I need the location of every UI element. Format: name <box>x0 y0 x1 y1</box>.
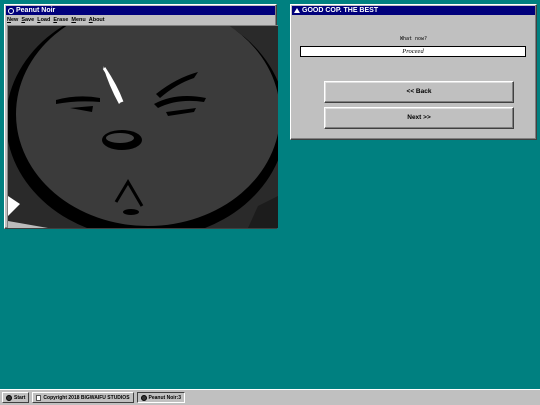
app-task-icon <box>140 394 147 401</box>
peanut-noir-task[interactable]: Peanut Noir:3 <box>136 392 186 403</box>
back-button[interactable]: << Back <box>324 81 514 103</box>
menu-item-load[interactable]: Load <box>37 16 50 24</box>
taskbar: Start Copyright 2018 BIGWAIFU STUDIOS Pe… <box>0 389 540 405</box>
copyright-label: Copyright 2018 BIGWAIFU STUDIOS <box>43 394 130 401</box>
start-icon <box>6 394 12 401</box>
menu-item-menu[interactable]: Menu <box>71 16 85 24</box>
dialog-window: GOOD COP. THE BEST What now? Proceed << … <box>290 4 537 140</box>
copyright-task[interactable]: Copyright 2018 BIGWAIFU STUDIOS <box>32 392 134 403</box>
menu-item-about[interactable]: About <box>89 16 105 24</box>
character-face-illustration <box>8 26 278 228</box>
game-window-title: Peanut Noir <box>16 7 56 14</box>
game-window-titlebar[interactable]: Peanut Noir <box>6 6 275 15</box>
game-menubar: New Save Load Erase Menu About <box>5 15 276 24</box>
app-icon <box>8 7 14 14</box>
next-button[interactable]: Next >> <box>324 107 514 129</box>
menu-item-save[interactable]: Save <box>21 16 34 24</box>
warning-icon <box>294 8 300 13</box>
dialog-title: GOOD COP. THE BEST <box>302 7 379 14</box>
dialog-titlebar[interactable]: GOOD COP. THE BEST <box>292 6 535 15</box>
game-window: Peanut Noir New Save Load Erase Menu Abo… <box>4 4 278 229</box>
prompt-label: What now? <box>399 36 428 42</box>
task-label: Peanut Noir:3 <box>148 394 182 401</box>
menu-item-new[interactable]: New <box>7 16 18 24</box>
menu-item-erase[interactable]: Erase <box>53 16 68 24</box>
response-field[interactable]: Proceed <box>300 46 526 57</box>
document-icon <box>36 394 42 401</box>
start-button[interactable]: Start <box>2 392 30 403</box>
game-scene[interactable] <box>7 25 278 228</box>
start-label: Start <box>14 394 26 401</box>
